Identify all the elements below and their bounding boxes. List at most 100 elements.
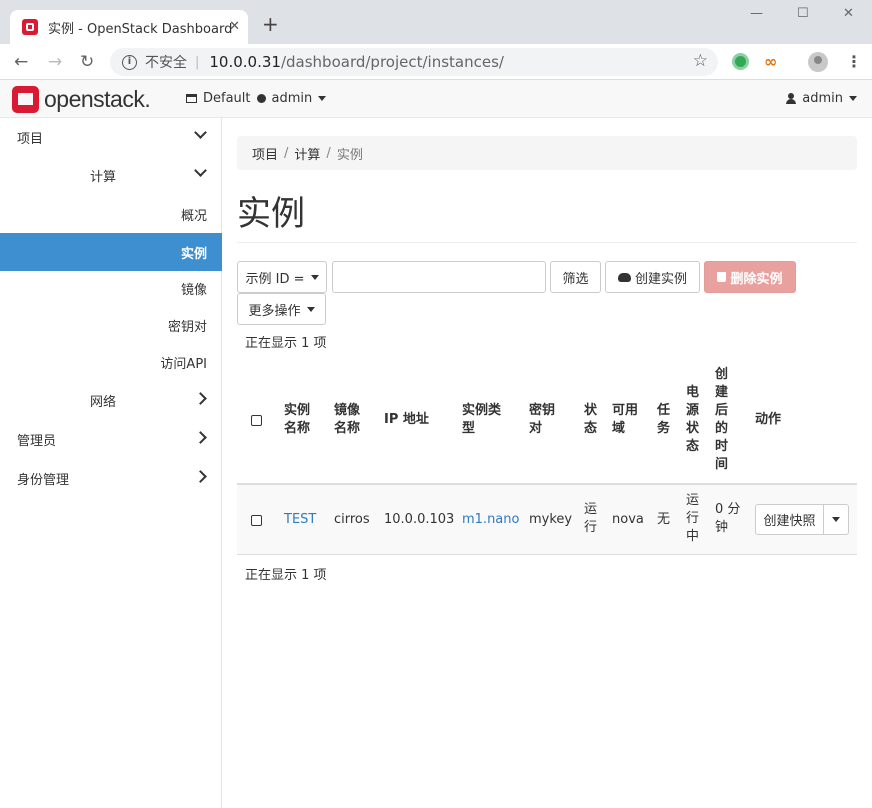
launch-instance-button[interactable]: 创建实例 <box>605 261 700 293</box>
info-icon[interactable]: i <box>122 54 137 70</box>
header-line: 务 <box>657 421 671 436</box>
more-actions-dropdown[interactable]: 更多操作 <box>237 293 326 325</box>
instance-age: 0 分 钟 <box>715 501 740 537</box>
sidebar-item-label: 项目 <box>17 131 44 147</box>
breadcrumb-item-compute[interactable]: 计算 <box>294 144 320 163</box>
sidebar-item-label: 实例 <box>180 246 207 262</box>
profile-avatar-icon[interactable] <box>808 52 828 72</box>
select-all-checkbox[interactable] <box>251 415 262 426</box>
instance-keypair: mykey <box>529 512 573 527</box>
item-count-top: 正在显示 1 项 <box>245 336 327 351</box>
column-header-power-state[interactable]: 电 源 状 态 <box>686 384 699 456</box>
sidebar-item-instances[interactable]: 实例 <box>0 233 222 271</box>
instance-name-link[interactable]: TEST <box>284 511 316 529</box>
filter-button-label: 筛选 <box>562 271 589 287</box>
header-line: 态 <box>686 439 700 454</box>
close-window-icon[interactable]: ✕ <box>843 6 854 21</box>
sidebar-item-overview[interactable]: 概况 <box>0 195 222 233</box>
sidebar-item-api-access[interactable]: 访问API <box>0 343 222 381</box>
user-menu[interactable]: admin <box>786 91 857 106</box>
column-header-ip[interactable]: IP 地址 <box>384 411 429 429</box>
header-line: 密钥 <box>529 403 556 418</box>
back-arrow-icon[interactable]: ← <box>14 52 28 72</box>
cell-line: 行 <box>686 511 700 526</box>
header-line: 源 <box>686 403 700 418</box>
sidebar-item-label: 计算 <box>90 169 117 185</box>
cell-line: 0 分 <box>715 502 741 517</box>
user-icon <box>786 93 797 104</box>
close-tab-icon[interactable]: ✕ <box>229 19 240 34</box>
logo-text: openstack. <box>44 86 151 112</box>
forward-arrow-icon[interactable]: → <box>48 52 62 72</box>
caret-down-icon <box>318 96 327 101</box>
filter-field-dropdown[interactable]: 示例 ID = <box>237 261 327 293</box>
chevron-down-icon <box>194 164 207 177</box>
sidebar-item-label: 访问API <box>160 356 207 372</box>
browser-tab-strip: 实例 - OpenStack Dashboard ✕ + — ☐ ✕ <box>0 0 872 44</box>
more-actions-label: 更多操作 <box>248 303 301 319</box>
instance-flavor-link[interactable]: m1.nano <box>462 511 519 529</box>
item-count-bottom: 正在显示 1 项 <box>245 568 327 583</box>
header-line: 可用 <box>612 403 639 418</box>
column-header-task[interactable]: 任 务 <box>657 402 670 438</box>
row-action-split-button: 创建快照 <box>755 504 849 535</box>
delete-instances-label: 删除实例 <box>730 271 783 287</box>
sidebar-item-network[interactable]: 网络 <box>0 381 222 419</box>
extension-infinity-icon[interactable]: ∞ <box>764 52 777 71</box>
reload-icon[interactable]: ↻ <box>80 52 94 72</box>
launch-instance-label: 创建实例 <box>634 271 687 287</box>
browser-tab[interactable]: 实例 - OpenStack Dashboard ✕ <box>10 10 248 44</box>
breadcrumb-item-project[interactable]: 项目 <box>252 144 278 163</box>
openstack-logo[interactable]: openstack. <box>12 86 151 113</box>
header-line: 镜像 <box>334 403 361 418</box>
column-header-age[interactable]: 创 建 后 的 时 间 <box>715 366 728 474</box>
sidebar-item-project[interactable]: 项目 <box>0 118 222 156</box>
header-line: IP 地址 <box>384 412 429 427</box>
instance-image: cirros <box>334 512 370 527</box>
header-line: 状 <box>584 403 598 418</box>
minimize-icon[interactable]: — <box>750 6 763 21</box>
sidebar-item-admin[interactable]: 管理员 <box>0 420 222 458</box>
instance-task: 无 <box>657 512 671 527</box>
new-tab-button[interactable]: + <box>262 14 279 34</box>
caret-down-icon <box>310 274 319 280</box>
header-line: 创 <box>715 367 729 382</box>
browser-menu-icon[interactable]: ⋮ <box>846 52 862 71</box>
chevron-right-icon <box>194 392 207 405</box>
delete-instances-button[interactable]: 删除实例 <box>704 261 796 293</box>
sidebar-item-label: 密钥对 <box>167 319 207 335</box>
extension-icon[interactable] <box>732 53 749 70</box>
instance-status: 运 行 <box>584 501 597 537</box>
header-line: 域 <box>612 421 626 436</box>
cell-line: 行 <box>584 520 598 535</box>
header-line: 电 <box>686 385 700 400</box>
bookmark-star-icon[interactable]: ☆ <box>693 51 708 71</box>
header-line: 状 <box>686 421 700 436</box>
url-bar[interactable]: i 不安全 | 10.0.0.31 /dashboard/project/ins… <box>110 48 718 76</box>
instance-power-state: 运 行 中 <box>686 492 699 546</box>
column-header-name[interactable]: 实例 名称 <box>284 402 310 438</box>
create-snapshot-button[interactable]: 创建快照 <box>756 505 824 534</box>
sidebar-item-keypairs[interactable]: 密钥对 <box>0 306 222 344</box>
sidebar-item-identity[interactable]: 身份管理 <box>0 459 222 497</box>
project-selector[interactable]: Default admin <box>186 91 327 106</box>
filter-input[interactable] <box>332 261 546 293</box>
page-title: 实例 <box>237 194 305 234</box>
column-header-status[interactable]: 状 态 <box>584 402 597 438</box>
caret-down-icon <box>832 517 840 522</box>
column-header-flavor[interactable]: 实例类 型 <box>462 402 501 438</box>
column-header-image[interactable]: 镜像 名称 <box>334 402 360 438</box>
sidebar-item-compute[interactable]: 计算 <box>0 156 222 194</box>
cloud-upload-icon <box>617 272 631 282</box>
row-actions-dropdown-toggle[interactable] <box>824 505 848 534</box>
url-path: /dashboard/project/instances/ <box>280 53 504 71</box>
sidebar-item-images[interactable]: 镜像 <box>0 269 222 307</box>
header-line: 间 <box>715 457 729 472</box>
column-header-keypair[interactable]: 密钥 对 <box>529 402 555 438</box>
header-line: 时 <box>715 439 729 454</box>
maximize-icon[interactable]: ☐ <box>797 6 809 21</box>
filter-button[interactable]: 筛选 <box>550 261 601 293</box>
row-checkbox[interactable] <box>251 515 262 526</box>
project-icon <box>186 94 197 103</box>
column-header-az[interactable]: 可用 域 <box>612 402 638 438</box>
